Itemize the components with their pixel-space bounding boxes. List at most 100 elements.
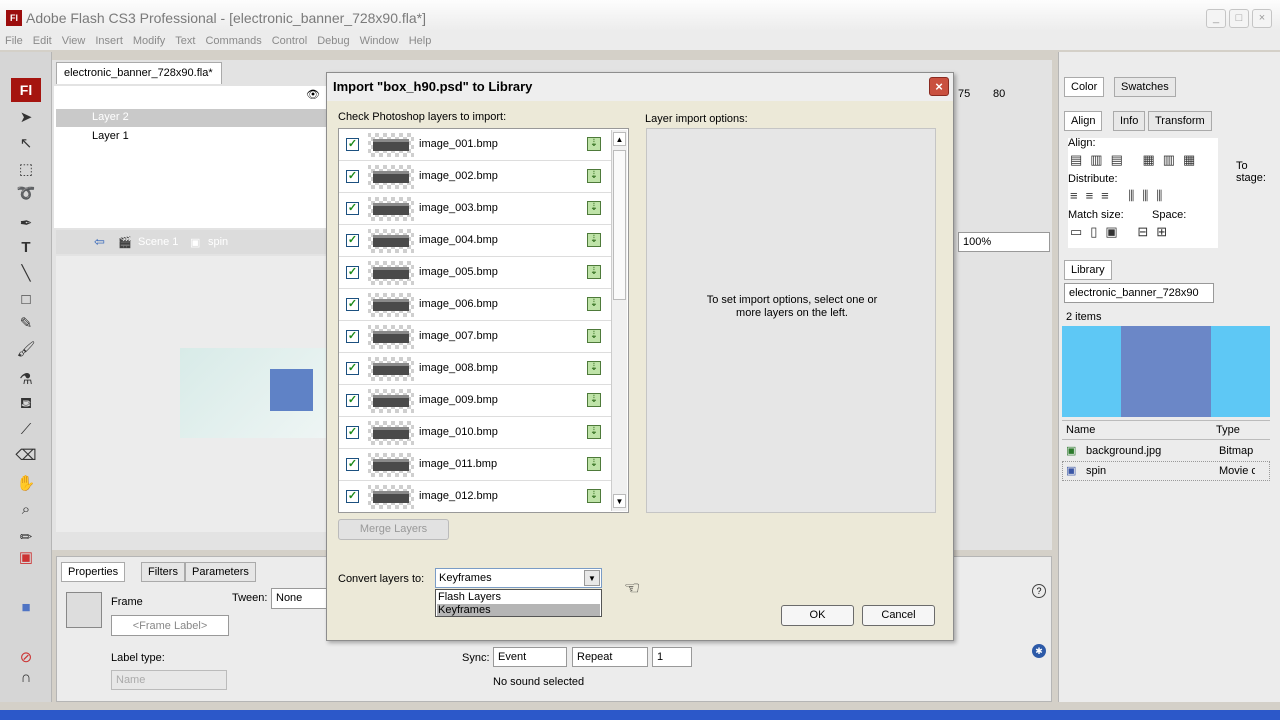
subselection-tool-icon[interactable]: ↖ [14,134,38,154]
list-item[interactable]: ✓ image_003.bmp ⇣ [339,193,611,225]
convert-select[interactable]: Keyframes [435,568,602,588]
layer-checkbox[interactable]: ✓ [346,234,359,247]
fill-swatch-icon[interactable]: ■ [14,598,38,618]
layer-checkbox[interactable]: ✓ [346,458,359,471]
help-icon[interactable]: ? [1032,584,1046,598]
layer-checkbox[interactable]: ✓ [346,394,359,407]
pen-tool-icon[interactable]: ✒ [14,214,38,234]
list-item[interactable]: ✓ image_011.bmp ⇣ [339,449,611,481]
list-item[interactable]: ✓ image_007.bmp ⇣ [339,321,611,353]
cancel-button[interactable]: Cancel [862,605,935,626]
tab-swatches[interactable]: Swatches [1114,77,1176,97]
list-item[interactable]: ✓ image_005.bmp ⇣ [339,257,611,289]
document-tab[interactable]: electronic_banner_728x90.fla* [56,62,222,84]
list-item[interactable]: ✓ image_002.bmp ⇣ [339,161,611,193]
chevron-down-icon[interactable]: ▼ [584,570,600,586]
scroll-up-arrow-icon[interactable]: ▲ [613,132,626,146]
scroll-down-arrow-icon[interactable]: ▼ [613,494,626,508]
layer-checkbox[interactable]: ✓ [346,298,359,311]
list-item[interactable]: ✓ image_010.bmp ⇣ [339,417,611,449]
menu-edit[interactable]: Edit [28,32,57,50]
menu-file[interactable]: File [0,32,28,50]
hand-tool-icon[interactable]: ✋ [14,474,38,494]
import-icon[interactable]: ⇣ [587,457,601,471]
spin-symbol-instance[interactable] [270,369,313,411]
menu-commands[interactable]: Commands [200,32,266,50]
tab-align[interactable]: Align [1064,111,1103,131]
import-icon[interactable]: ⇣ [587,169,601,183]
pencil-tool-icon[interactable]: ✎ [14,314,38,334]
tween-select[interactable]: None [271,588,327,609]
import-icon[interactable]: ⇣ [587,425,601,439]
eye-icon[interactable]: 👁 [306,88,320,101]
dropdown-option[interactable]: Flash Layers [437,591,600,603]
sync-select[interactable]: Event [493,647,567,667]
distribute-icons[interactable]: ≡≡≡ ⫼⫼⫼ [1070,188,1170,204]
repeat-count-field[interactable]: 1 [652,647,692,667]
layer-checkbox[interactable]: ✓ [346,202,359,215]
import-icon[interactable]: ⇣ [587,489,601,503]
tab-filters[interactable]: Filters [141,562,185,582]
import-icon[interactable]: ⇣ [587,393,601,407]
close-window-button[interactable]: × [1252,9,1272,28]
tab-transform[interactable]: Transform [1148,111,1212,131]
accessibility-icon[interactable]: ✱ [1032,644,1046,658]
import-icon[interactable]: ⇣ [587,137,601,151]
import-icon[interactable]: ⇣ [587,265,601,279]
layer-list-scrollbar[interactable]: ▲ ▼ [611,130,627,511]
menu-view[interactable]: View [57,32,91,50]
menu-window[interactable]: Window [355,32,404,50]
layer-checkbox[interactable]: ✓ [346,426,359,439]
dropdown-option-selected[interactable]: Keyframes [437,604,600,616]
library-item-name[interactable]: background.jpg [1086,445,1161,457]
selection-tool-icon[interactable]: ➤ [14,108,38,128]
stroke-color-icon[interactable]: ✏ [14,528,38,548]
minimize-button[interactable]: _ [1206,9,1226,28]
layer-row[interactable]: Layer 1 [56,128,326,146]
ok-button[interactable]: OK [781,605,854,626]
scroll-thumb[interactable] [613,150,626,300]
fill-color-icon[interactable]: ▣ [14,548,38,568]
brush-tool-icon[interactable]: 🖌 [14,340,38,360]
align-icons[interactable]: ▤▥▤ ▦▥▦ [1070,152,1203,168]
layer-checkbox[interactable]: ✓ [346,362,359,375]
snap-magnet-icon[interactable]: ∩ [14,668,38,688]
layer-checkbox[interactable]: ✓ [346,330,359,343]
free-transform-tool-icon[interactable]: ⬚ [14,160,38,180]
eyedropper-tool-icon[interactable]: ⟋ [14,420,38,440]
line-tool-icon[interactable]: ╲ [14,264,38,284]
match-space-icons[interactable]: ▭▯▣ ⊟⊞ [1070,224,1175,240]
list-item[interactable]: ✓ image_001.bmp ⇣ [339,129,611,161]
zoom-select[interactable]: 100% [958,232,1050,252]
import-icon[interactable]: ⇣ [587,329,601,343]
list-item[interactable]: ✓ image_004.bmp ⇣ [339,225,611,257]
paint-bucket-tool-icon[interactable]: ⛾ [14,394,38,414]
menu-debug[interactable]: Debug [312,32,354,50]
tab-library[interactable]: Library [1064,260,1112,280]
ink-bottle-tool-icon[interactable]: ⚗ [14,370,38,390]
merge-layers-button[interactable]: Merge Layers [338,519,449,540]
list-item[interactable]: ✓ image_009.bmp ⇣ [339,385,611,417]
lasso-tool-icon[interactable]: ➰ [14,184,38,204]
menu-text[interactable]: Text [170,32,200,50]
layer-list[interactable]: ✓ image_001.bmp ⇣ ✓ image_002.bmp ⇣ ✓ image_0… [338,128,629,513]
list-item[interactable]: ✓ image_008.bmp ⇣ [339,353,611,385]
no-color-icon[interactable]: ⊘ [14,648,38,668]
dialog-close-button[interactable]: × [929,77,949,96]
text-tool-icon[interactable]: T [14,238,38,258]
layer-checkbox[interactable]: ✓ [346,490,359,503]
library-item-name[interactable]: spin [1086,465,1106,477]
import-icon[interactable]: ⇣ [587,297,601,311]
menu-control[interactable]: Control [267,32,312,50]
import-icon[interactable]: ⇣ [587,201,601,215]
tab-properties[interactable]: Properties [61,562,126,582]
scene-breadcrumb[interactable]: Scene 1 [138,236,178,248]
menu-help[interactable]: Help [404,32,437,50]
eraser-tool-icon[interactable]: ⌫ [14,446,38,466]
list-item[interactable]: ✓ image_012.bmp ⇣ [339,481,611,512]
maximize-button[interactable]: □ [1229,9,1249,28]
menu-insert[interactable]: Insert [90,32,128,50]
repeat-select[interactable]: Repeat [572,647,648,667]
label-type-select[interactable]: Name [111,670,227,690]
back-arrow-icon[interactable]: ⇦ [94,234,105,250]
